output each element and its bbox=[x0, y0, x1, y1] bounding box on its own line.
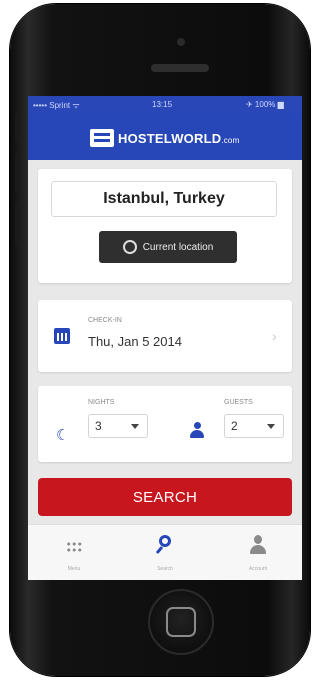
app-header: HOSTELWORLD.com bbox=[28, 114, 302, 160]
checkin-value: Thu, Jan 5 2014 bbox=[88, 334, 182, 349]
mute-switch bbox=[15, 114, 19, 140]
status-bar: ••••• Sprint ᯤ 13:15 ✈ 100% ▆ bbox=[28, 96, 302, 114]
brand-suffix: .com bbox=[221, 135, 240, 145]
home-square-icon bbox=[166, 607, 196, 637]
calendar-icon bbox=[54, 328, 70, 344]
volume-down-button bbox=[15, 204, 19, 244]
nights-value: 3 bbox=[95, 419, 102, 433]
checkin-date-row[interactable]: CHECK-IN Thu, Jan 5 2014 › bbox=[38, 300, 292, 372]
crosshair-icon bbox=[122, 240, 137, 254]
guest-person-icon bbox=[190, 422, 204, 438]
tab-account-label: Account bbox=[248, 566, 268, 572]
guests-label: GUESTS bbox=[224, 399, 253, 406]
carrier-signal: ••••• Sprint ᯤ bbox=[33, 101, 80, 110]
app-screen: ••••• Sprint ᯤ 13:15 ✈ 100% ▆ HOSTELWORL… bbox=[28, 96, 302, 580]
battery-indicator: ✈ 100% ▆ bbox=[246, 100, 284, 109]
nights-label: NIGHTS bbox=[88, 399, 115, 406]
tab-search[interactable]: Search bbox=[135, 531, 195, 577]
chevron-down-icon bbox=[131, 424, 139, 429]
guests-value: 2 bbox=[231, 419, 238, 433]
guests-card: ☾ NIGHTS 3 GUESTS 2 bbox=[38, 386, 292, 462]
moon-icon: ☾ bbox=[56, 427, 70, 444]
front-camera bbox=[177, 38, 185, 46]
hostelworld-logo: HOSTELWORLD.com bbox=[90, 126, 239, 150]
guests-select[interactable]: 2 bbox=[224, 414, 284, 438]
account-icon bbox=[250, 535, 266, 555]
current-location-button[interactable]: Current location bbox=[99, 231, 237, 263]
status-time: 13:15 bbox=[152, 100, 173, 109]
volume-up-button bbox=[15, 154, 19, 194]
checkin-label: CHECK-IN bbox=[88, 317, 122, 324]
earpiece-speaker bbox=[151, 64, 209, 72]
tab-bar: Menu Search Account bbox=[28, 524, 302, 580]
tab-menu-label: Menu bbox=[67, 566, 81, 572]
tab-menu[interactable]: Menu bbox=[44, 531, 104, 577]
search-icon bbox=[155, 533, 175, 557]
location-card: Current location bbox=[38, 169, 292, 283]
home-button[interactable] bbox=[148, 589, 214, 655]
current-location-label: Current location bbox=[142, 241, 214, 253]
brand-name-text: HOSTELWORLD bbox=[118, 130, 222, 146]
chevron-right-icon: › bbox=[272, 328, 277, 344]
tab-account[interactable]: Account bbox=[228, 531, 288, 577]
grid-icon bbox=[66, 541, 82, 553]
logo-icon bbox=[90, 129, 114, 147]
brand-name: HOSTELWORLD.com bbox=[118, 131, 239, 146]
tab-search-label: Search bbox=[157, 566, 173, 572]
chevron-down-icon bbox=[267, 424, 275, 429]
destination-input[interactable] bbox=[51, 181, 277, 217]
nights-select[interactable]: 3 bbox=[88, 414, 148, 438]
search-button[interactable]: SEARCH bbox=[38, 478, 292, 516]
